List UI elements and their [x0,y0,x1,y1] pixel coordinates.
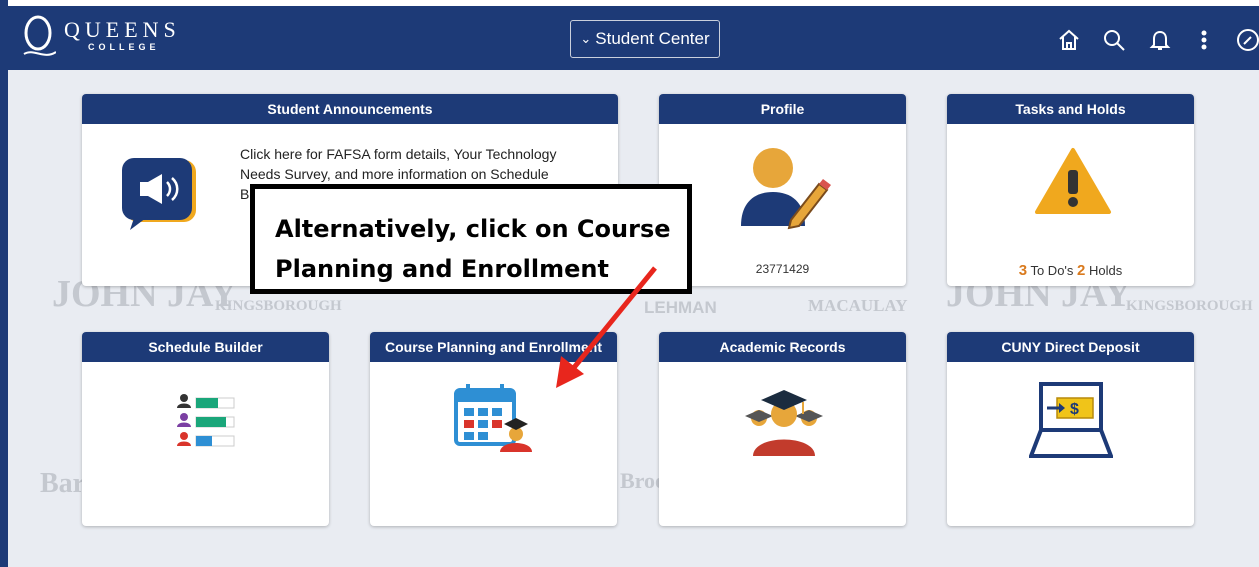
cuny-direct-deposit-tile[interactable]: CUNY Direct Deposit $ [947,332,1194,526]
top-navigation-bar: QUEENS COLLEGE ⌄ Student Center [8,6,1259,70]
holds-label: Holds [1089,263,1123,278]
search-icon[interactable] [1100,26,1128,54]
calendar-student-icon [454,384,532,452]
brand-subtitle: COLLEGE [88,42,160,52]
chevron-down-icon: ⌄ [580,31,592,46]
more-vertical-icon[interactable] [1190,26,1218,54]
homepage-content: JOHN JAY KINGSBOROUGH LEHMAN MACAULAY JO… [8,70,1259,567]
home-icon[interactable] [1055,26,1083,54]
callout-line-1: Alternatively, click on Course [275,215,671,243]
background-logo: KINGSBOROUGH [1126,298,1253,314]
background-logo: KINGSBOROUGH [215,298,342,314]
queens-college-logo[interactable]: QUEENS COLLEGE [22,14,202,62]
student-id: 23771429 [755,262,810,276]
svg-text:$: $ [1070,401,1079,418]
schedule-list-icon [177,394,235,447]
tasks-summary: 3 To Do's 2 Holds [947,262,1194,279]
profile-tile[interactable]: Profile 23771429 [659,94,906,286]
megaphone-icon [122,158,196,230]
user-edit-icon [741,148,831,230]
compass-icon[interactable] [1234,26,1259,54]
background-logo: MACAULAY [808,296,908,315]
laptop-money-icon: $ [1029,382,1113,458]
tile-title: Schedule Builder [82,332,329,362]
todo-label: To Do's [1030,263,1074,278]
q-logo-icon [23,15,56,56]
tile-title: CUNY Direct Deposit [947,332,1194,362]
student-center-label: Student Center [595,29,710,48]
brand-name: QUEENS [64,17,181,42]
tile-title: Student Announcements [82,94,618,124]
academic-records-tile[interactable]: Academic Records [659,332,906,526]
student-center-dropdown[interactable]: ⌄ Student Center [570,20,720,58]
tile-title: Tasks and Holds [947,94,1194,124]
tile-title: Profile [659,94,906,124]
instruction-callout: Alternatively, click on Course Planning … [250,184,692,294]
app-frame: QUEENS COLLEGE ⌄ Student Center JOHN JAY… [0,0,1259,567]
callout-line-2: Planning and Enrollment [275,255,609,283]
warning-icon [1035,148,1111,214]
tasks-and-holds-tile[interactable]: Tasks and Holds 3 To Do's 2 Holds [947,94,1194,286]
bell-icon[interactable] [1146,26,1174,54]
left-edge [0,0,8,567]
background-logo: Bar [40,468,86,499]
tile-title: Course Planning and Enrollment [370,332,617,362]
holds-count: 2 [1077,262,1086,279]
course-planning-enrollment-tile[interactable]: Course Planning and Enrollment [370,332,617,526]
graduates-icon [745,390,823,456]
schedule-builder-tile[interactable]: Schedule Builder [82,332,329,526]
todo-count: 3 [1018,262,1028,279]
background-logo: LEHMAN [644,298,717,317]
tile-title: Academic Records [659,332,906,362]
